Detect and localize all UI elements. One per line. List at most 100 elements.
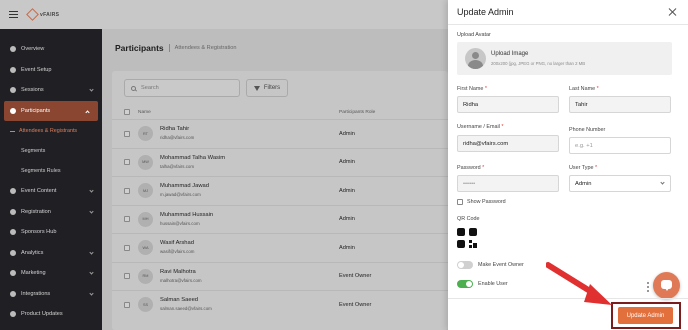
panel-header: Update Admin — [448, 0, 688, 25]
more-options-icon[interactable] — [646, 282, 650, 292]
qr-code-label: QR Code — [457, 216, 480, 222]
sidebar-item-integrations[interactable]: Integrations — [0, 284, 102, 305]
first-name-field[interactable]: Ridha — [457, 96, 559, 113]
sessions-icon — [10, 87, 16, 94]
search-icon — [131, 85, 136, 91]
participant-email: m.jawad@vfairs.com — [160, 192, 201, 197]
participant-email: salman.saeed@vfairs.com — [160, 306, 212, 311]
sidebar-item-overview[interactable]: Overview — [0, 39, 102, 60]
user-type-value: Admin — [575, 180, 592, 187]
dash-icon — [10, 130, 15, 132]
phone-label: Phone Number — [569, 127, 606, 133]
sidebar-item-event-setup[interactable]: Event Setup — [0, 60, 102, 81]
participant-role: Event Owner — [339, 301, 372, 308]
sidebar-subitem-segments[interactable]: Segments — [0, 141, 102, 161]
sponsors-icon — [10, 229, 16, 236]
analytics-icon — [10, 249, 16, 256]
close-icon[interactable] — [668, 8, 676, 16]
chevron-down-icon — [89, 188, 94, 193]
marketing-icon — [10, 270, 16, 277]
participant-name: Ridha Tahir — [160, 126, 190, 132]
sidebar-item-analytics[interactable]: Analytics — [0, 243, 102, 264]
show-password-checkbox[interactable] — [457, 199, 463, 205]
participant-role: Admin — [339, 187, 355, 194]
sidebar-subitem-segments-rules[interactable]: Segments Rules — [0, 161, 102, 181]
table-header: Name Participants Role — [112, 105, 448, 119]
required-asterisk: * — [596, 86, 599, 92]
chevron-down-icon — [89, 270, 94, 275]
user-type-label: User Type * — [569, 165, 598, 171]
required-asterisk: * — [501, 124, 504, 130]
table-row[interactable]: MH Muhammad Hussain hussain@vfairs.com A… — [112, 204, 448, 234]
row-checkbox[interactable] — [124, 244, 130, 251]
user-type-select[interactable]: Admin — [569, 175, 671, 192]
row-checkbox[interactable] — [124, 187, 130, 194]
column-header-role[interactable]: Participants Role — [339, 110, 375, 115]
participant-name: Muhammad Jawad — [160, 183, 209, 189]
password-label: Password * — [457, 165, 485, 171]
chevron-down-icon — [89, 249, 94, 255]
phone-field[interactable]: e.g. +1 — [569, 137, 671, 154]
filters-label: Filters — [263, 85, 281, 91]
table-row[interactable]: MJ Muhammad Jawad m.jawad@vfairs.com Adm… — [112, 176, 448, 205]
sidebar-item-sessions[interactable]: Sessions — [0, 80, 102, 101]
required-asterisk: * — [482, 165, 485, 171]
hamburger-menu-icon[interactable] — [9, 11, 18, 18]
sidebar-subitem-attendees[interactable]: Attendees & Registrants — [0, 121, 102, 141]
row-checkbox[interactable] — [124, 273, 130, 280]
chevron-down-icon — [660, 180, 665, 185]
select-all-checkbox[interactable] — [124, 109, 130, 115]
filters-button[interactable]: Filters — [246, 79, 288, 97]
participant-name: Salman Saeed — [160, 297, 199, 303]
search-input[interactable]: Search — [124, 79, 240, 97]
table-row[interactable]: RT Ridha Tahir ridha@vfairs.com Admin — [112, 119, 448, 148]
make-event-owner-toggle[interactable] — [457, 261, 473, 269]
top-bar: vFAIRS — [0, 0, 448, 29]
participant-role: Admin — [339, 244, 355, 251]
show-password-label: Show Password — [467, 199, 506, 205]
sidebar-item-marketing[interactable]: Marketing — [0, 263, 102, 284]
table-row[interactable]: MW Mohammad Talha Wasim talha@vfairs.com… — [112, 147, 448, 177]
sidebar-item-registration[interactable]: Registration — [0, 202, 102, 223]
last-name-field[interactable]: Tahir — [569, 96, 671, 113]
make-event-owner-label: Make Event Owner — [478, 262, 524, 268]
participants-table: Name Participants Role RT Ridha Tahir ri… — [112, 105, 448, 319]
row-checkbox[interactable] — [124, 301, 130, 308]
table-row[interactable]: SS Salman Saeed salman.saeed@vfairs.com … — [112, 290, 448, 319]
chat-support-button[interactable] — [653, 272, 680, 299]
panel-title: Update Admin — [457, 7, 514, 17]
chevron-down-icon — [89, 208, 94, 214]
upload-image-dropzone[interactable]: Upload Image 200x200 (jpg, JPEG or PNG, … — [457, 42, 672, 75]
update-admin-button[interactable]: Update Admin — [618, 307, 673, 324]
upload-image-hint: 200x200 (jpg, JPEG or PNG, no larger tha… — [491, 61, 586, 66]
table-row[interactable]: RM Ravi Malhotra malhotra@vfairs.com Eve… — [112, 261, 448, 291]
enable-user-toggle[interactable] — [457, 280, 473, 288]
sidebar-item-product-updates[interactable]: Product Updates — [0, 304, 102, 325]
search-placeholder: Search — [141, 85, 159, 91]
avatar: RM — [138, 268, 153, 284]
table-row[interactable]: WA Wasif Arshad wasif@vfairs.com Admin — [112, 233, 448, 262]
chevron-down-icon — [89, 290, 94, 296]
password-field[interactable]: •••••• — [457, 175, 559, 192]
participants-icon — [10, 107, 16, 114]
sidebar-item-event-content[interactable]: Event Content — [0, 181, 102, 202]
participant-email: talha@vfairs.com — [160, 163, 194, 169]
registration-icon — [10, 208, 16, 215]
row-checkbox[interactable] — [124, 159, 130, 166]
filter-icon — [253, 85, 260, 91]
row-checkbox[interactable] — [124, 216, 130, 223]
required-asterisk: * — [484, 86, 487, 92]
sidebar-item-participants[interactable]: Participants — [4, 100, 98, 121]
sidebar: Overview Event Setup Sessions Participan… — [0, 29, 102, 330]
sidebar-item-sponsors-hub[interactable]: Sponsors Hub — [0, 222, 102, 243]
column-header-name[interactable]: Name — [138, 110, 151, 115]
page-header: Participants Attendees & Registration — [102, 29, 448, 67]
email-field[interactable]: ridha@vfairs.com — [457, 135, 559, 152]
participant-role: Admin — [339, 216, 355, 223]
brand-logo[interactable]: vFAIRS — [26, 8, 59, 21]
row-checkbox[interactable] — [124, 130, 130, 137]
main-content: Participants Attendees & Registration Se… — [102, 29, 448, 330]
participant-role: Event Owner — [339, 273, 372, 280]
participant-email: malhotra@vfairs.com — [160, 277, 202, 283]
email-label: Username / Email * — [457, 124, 504, 130]
